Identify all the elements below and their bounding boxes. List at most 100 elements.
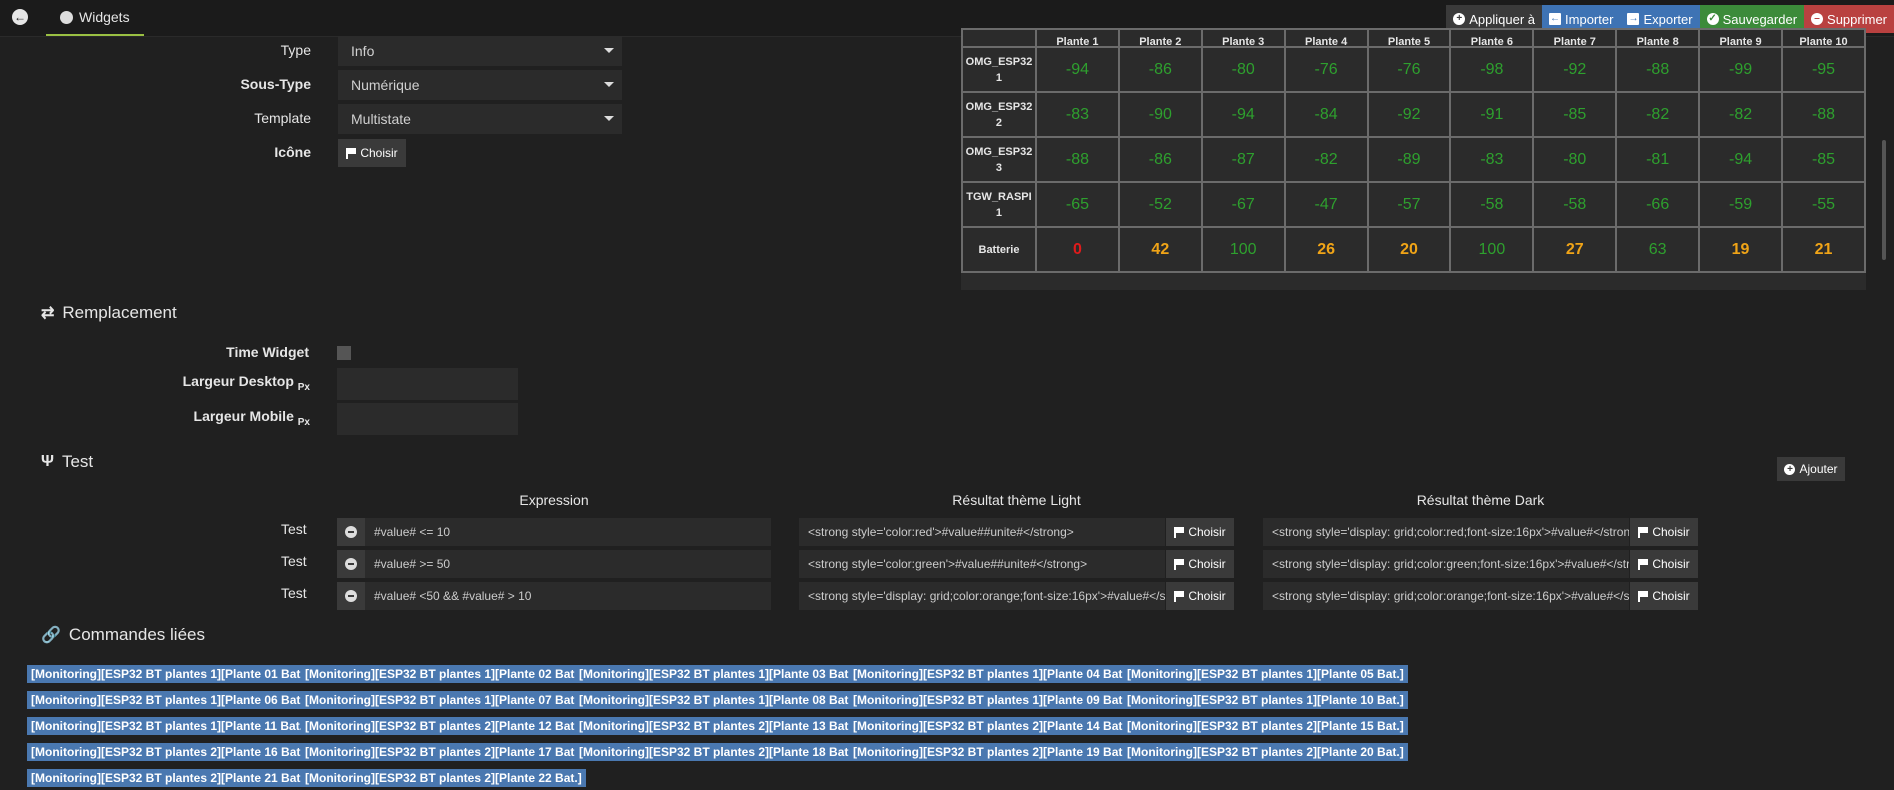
value-cell: -85 <box>1532 91 1618 138</box>
light-result-input[interactable]: <strong style='display: grid;color:orang… <box>799 582 1165 610</box>
flag-icon <box>1638 591 1649 602</box>
expression-input[interactable]: #value# <= 10 <box>365 518 771 546</box>
linked-command-chip[interactable]: [Monitoring][ESP32 BT plantes 1][Plante … <box>27 665 312 683</box>
scrollbar[interactable] <box>1882 140 1886 260</box>
caret-down-icon <box>604 116 614 121</box>
linked-command-chip[interactable]: [Monitoring][ESP32 BT plantes 1][Plante … <box>849 691 1134 709</box>
linked-command-chip[interactable]: [Monitoring][ESP32 BT plantes 2][Plante … <box>301 769 586 787</box>
replacement-section-title: ⇄ Remplacement <box>41 303 177 323</box>
type-label: Type <box>280 42 311 58</box>
expression-input[interactable]: #value# >= 50 <box>365 550 771 578</box>
linked-command-chip[interactable]: [Monitoring][ESP32 BT plantes 2][Plante … <box>1123 743 1408 761</box>
expression-input[interactable]: #value# <50 && #value# > 10 <box>365 582 771 610</box>
flag-icon <box>1638 527 1649 538</box>
template-select[interactable]: Multistate <box>338 104 622 134</box>
linked-command-chip[interactable]: [Monitoring][ESP32 BT plantes 1][Plante … <box>27 691 312 709</box>
test-row-label: Test <box>281 553 307 569</box>
value-cell: -85 <box>1781 136 1866 183</box>
linked-command-chip[interactable]: [Monitoring][ESP32 BT plantes 1][Plante … <box>301 665 586 683</box>
caret-down-icon <box>604 82 614 87</box>
linked-command-chip[interactable]: [Monitoring][ESP32 BT plantes 1][Plante … <box>849 665 1134 683</box>
test-row-label: Test <box>281 521 307 537</box>
add-test-button[interactable]: + Ajouter <box>1777 457 1845 481</box>
linked-command-chip[interactable]: [Monitoring][ESP32 BT plantes 1][Plante … <box>1123 691 1408 709</box>
value-cell: -65 <box>1034 181 1120 228</box>
value-cell: 100 <box>1200 226 1286 273</box>
choose-label: Choisir <box>1652 557 1690 571</box>
linked-command-chip[interactable]: [Monitoring][ESP32 BT plantes 2][Plante … <box>575 717 860 735</box>
choose-dark-button[interactable]: Choisir <box>1630 550 1698 578</box>
column-header: Plante 4 <box>1283 28 1369 48</box>
linked-command-chip[interactable]: [Monitoring][ESP32 BT plantes 1][Plante … <box>27 717 312 735</box>
table-row: OMG_ESP32 1 -94 -86 -80 -76 -76 -98 -92 -88 -99 -9… <box>961 46 1866 93</box>
value-cell: -86 <box>1117 136 1203 183</box>
type-value: Info <box>351 43 375 59</box>
value-cell: -82 <box>1615 91 1701 138</box>
value-cell: -94 <box>1200 91 1286 138</box>
linked-command-chip[interactable]: [Monitoring][ESP32 BT plantes 1][Plante … <box>575 665 860 683</box>
remove-test-button[interactable] <box>337 518 365 546</box>
column-header: Plante 9 <box>1698 28 1783 48</box>
linked-command-chip[interactable]: [Monitoring][ESP32 BT plantes 2][Plante … <box>301 743 586 761</box>
linked-command-chip[interactable]: [Monitoring][ESP32 BT plantes 1][Plante … <box>1123 665 1408 683</box>
dark-result-input[interactable]: <strong style='display: grid;color:red;f… <box>1263 518 1629 546</box>
light-result-input[interactable]: <strong style='color:red'>#value##unite#… <box>799 518 1165 546</box>
table-row: TGW_RASPI 1 -65 -52 -67 -47 -57 -58 -58 -66 -59 -5… <box>961 181 1866 228</box>
dark-result-input[interactable]: <strong style='display: grid;color:orang… <box>1263 582 1629 610</box>
value-cell: -83 <box>1449 136 1535 183</box>
template-value: Multistate <box>351 111 411 127</box>
choose-label: Choisir <box>1652 589 1690 603</box>
value-cell: -80 <box>1200 46 1286 93</box>
dashboard-icon <box>60 10 73 24</box>
import-label: Importer <box>1565 11 1614 27</box>
tab-widgets[interactable]: Widgets <box>46 0 144 36</box>
row-header: OMG_ESP32 3 <box>961 136 1037 183</box>
linked-command-chip[interactable]: [Monitoring][ESP32 BT plantes 1][Plante … <box>575 691 860 709</box>
test-title: Test <box>61 452 94 471</box>
linked-command-chip[interactable]: [Monitoring][ESP32 BT plantes 2][Plante … <box>301 717 586 735</box>
subtype-select[interactable]: Numérique <box>338 70 622 100</box>
dark-result-input[interactable]: <strong style='display: grid;color:green… <box>1263 550 1629 578</box>
mobile-width-input[interactable] <box>337 403 518 435</box>
value-cell: -52 <box>1117 181 1203 228</box>
table-row: OMG_ESP32 3 -88 -86 -87 -82 -89 -83 -80 -81 -94 -8… <box>961 136 1866 183</box>
choose-dark-button[interactable]: Choisir <box>1630 518 1698 546</box>
value-cell: -47 <box>1283 181 1369 228</box>
linked-command-chip[interactable]: [Monitoring][ESP32 BT plantes 2][Plante … <box>849 743 1134 761</box>
linked-command-chip[interactable]: [Monitoring][ESP32 BT plantes 2][Plante … <box>849 717 1134 735</box>
template-label: Template <box>254 110 311 126</box>
time-widget-checkbox[interactable] <box>337 346 351 360</box>
replacement-title: Remplacement <box>62 303 177 322</box>
linked-command-chip[interactable]: [Monitoring][ESP32 BT plantes 1][Plante … <box>301 691 586 709</box>
value-cell: 21 <box>1781 226 1866 273</box>
desktop-width-input[interactable] <box>337 368 518 400</box>
value-cell: -82 <box>1698 91 1783 138</box>
linked-command-chip[interactable]: [Monitoring][ESP32 BT plantes 2][Plante … <box>575 743 860 761</box>
back-arrow-icon[interactable]: ← <box>12 9 28 25</box>
light-result-input[interactable]: <strong style='color:green'>#value##unit… <box>799 550 1165 578</box>
choose-label: Choisir <box>1188 525 1226 539</box>
remove-test-button[interactable] <box>337 582 365 610</box>
corner-cell <box>961 28 1037 48</box>
linked-command-chip[interactable]: [Monitoring][ESP32 BT plantes 2][Plante … <box>27 769 312 787</box>
linked-command-chip[interactable]: [Monitoring][ESP32 BT plantes 2][Plante … <box>27 743 312 761</box>
remove-test-button[interactable] <box>337 550 365 578</box>
mobile-width-label: Largeur Mobile Px <box>150 408 310 428</box>
linked-commands-title: 🔗 Commandes liées <box>41 625 205 645</box>
value-cell: 19 <box>1698 226 1783 273</box>
subtype-label: Sous-Type <box>240 76 311 92</box>
choose-light-button[interactable]: Choisir <box>1166 550 1234 578</box>
choose-icon-button[interactable]: Choisir <box>338 139 406 167</box>
file-export-icon: → <box>1627 13 1640 25</box>
choose-light-button[interactable]: Choisir <box>1166 582 1234 610</box>
column-header: Plante 6 <box>1449 28 1535 48</box>
value-cell: -80 <box>1532 136 1618 183</box>
expression-header: Expression <box>519 492 589 508</box>
choose-light-button[interactable]: Choisir <box>1166 518 1234 546</box>
choose-label: Choisir <box>1188 557 1226 571</box>
choose-dark-button[interactable]: Choisir <box>1630 582 1698 610</box>
value-cell: -76 <box>1283 46 1369 93</box>
type-select[interactable]: Info <box>338 36 622 66</box>
table-row: OMG_ESP32 2 -83 -90 -94 -84 -92 -91 -85 -82 -82 -8… <box>961 91 1866 138</box>
linked-command-chip[interactable]: [Monitoring][ESP32 BT plantes 2][Plante … <box>1123 717 1408 735</box>
